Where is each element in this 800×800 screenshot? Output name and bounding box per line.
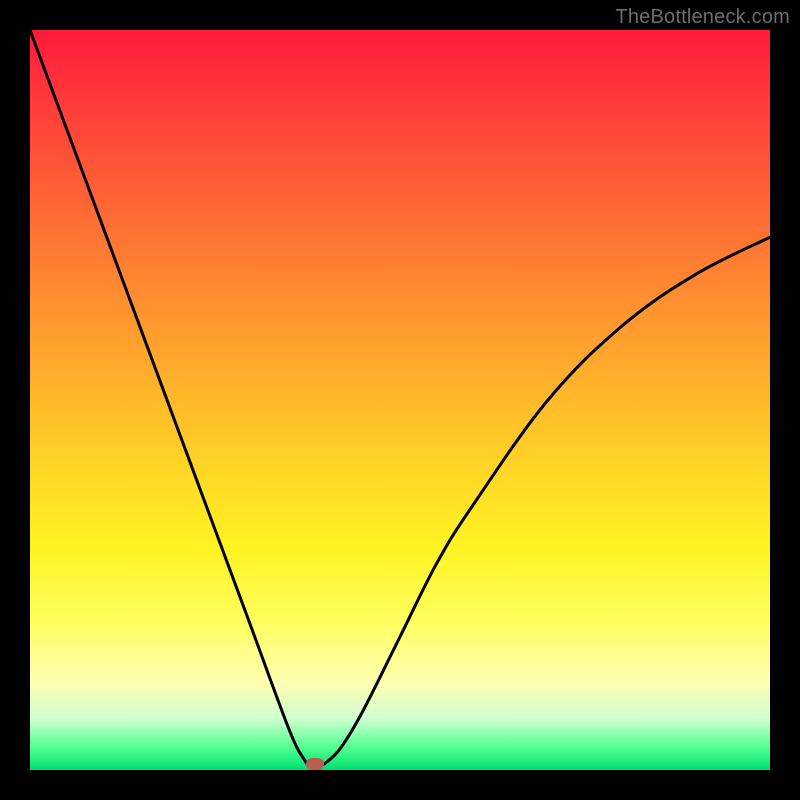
optimal-point-marker [306, 758, 324, 770]
chart-plot-area [30, 30, 770, 770]
bottleneck-curve [30, 30, 770, 770]
watermark-text: TheBottleneck.com [615, 6, 790, 29]
